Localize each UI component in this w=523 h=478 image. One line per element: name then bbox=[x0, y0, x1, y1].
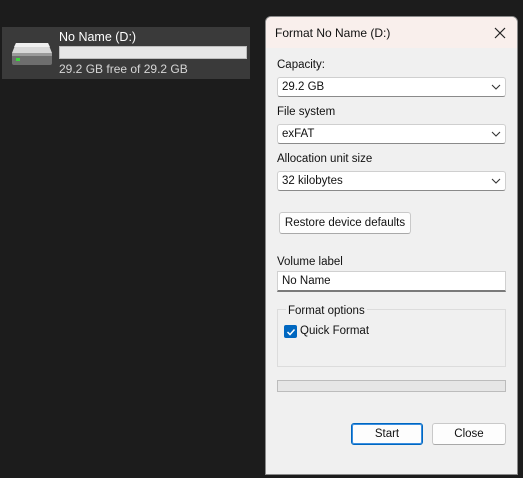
format-options-group: Format options Quick Format bbox=[277, 305, 506, 367]
file-system-value: exFAT bbox=[282, 128, 315, 140]
dialog-titlebar: Format No Name (D:) bbox=[266, 17, 517, 48]
checkmark-icon bbox=[286, 328, 295, 336]
dialog-close-button[interactable] bbox=[483, 17, 517, 48]
volume-label-label: Volume label bbox=[277, 256, 343, 268]
close-button[interactable]: Close bbox=[432, 423, 506, 445]
restore-defaults-button[interactable]: Restore device defaults bbox=[279, 212, 411, 234]
allocation-select[interactable]: 32 kilobytes bbox=[277, 171, 506, 191]
start-button[interactable]: Start bbox=[351, 423, 423, 445]
chevron-down-icon bbox=[491, 178, 501, 184]
format-progress-bar bbox=[277, 380, 506, 392]
volume-label-input[interactable]: No Name bbox=[277, 271, 506, 292]
drive-name: No Name (D:) bbox=[59, 30, 137, 44]
file-system-select[interactable]: exFAT bbox=[277, 124, 506, 144]
capacity-label: Capacity: bbox=[277, 59, 325, 71]
allocation-value: 32 kilobytes bbox=[282, 175, 343, 187]
chevron-down-icon bbox=[491, 84, 501, 90]
format-dialog: Format No Name (D:) Capacity: 29.2 GB Fi… bbox=[265, 16, 518, 475]
close-icon bbox=[494, 27, 506, 38]
format-options-title: Format options bbox=[286, 305, 367, 317]
allocation-label: Allocation unit size bbox=[277, 153, 373, 165]
file-system-label: File system bbox=[277, 106, 336, 118]
dialog-title: Format No Name (D:) bbox=[275, 26, 391, 40]
volume-label-value: No Name bbox=[282, 275, 331, 287]
capacity-select[interactable]: 29.2 GB bbox=[277, 77, 506, 97]
capacity-value: 29.2 GB bbox=[282, 81, 325, 93]
drive-tile[interactable]: No Name (D:) 29.2 GB free of 29.2 GB bbox=[2, 27, 250, 79]
drive-free-space: 29.2 GB free of 29.2 GB bbox=[59, 62, 188, 76]
quick-format-checkbox[interactable] bbox=[284, 325, 297, 338]
hard-drive-icon bbox=[12, 43, 52, 65]
drive-usage-bar bbox=[59, 46, 247, 59]
chevron-down-icon bbox=[491, 131, 501, 137]
quick-format-label[interactable]: Quick Format bbox=[300, 325, 369, 337]
